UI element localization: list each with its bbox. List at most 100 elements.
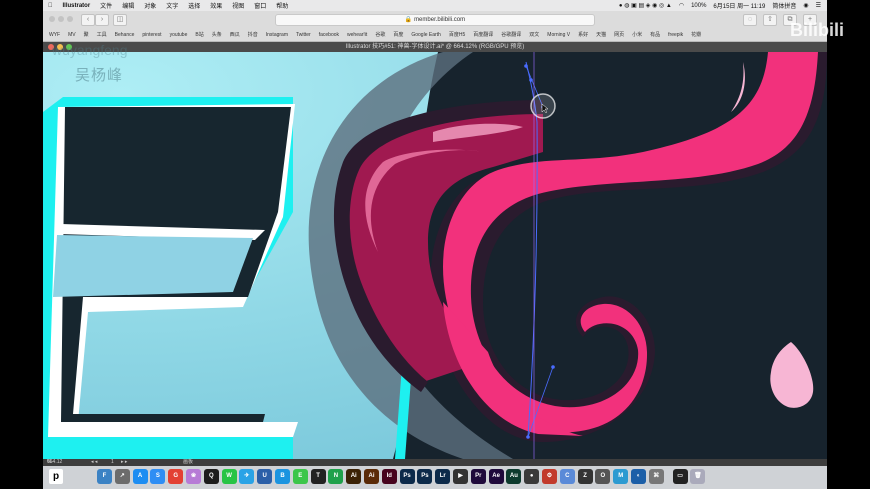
wechat-icon[interactable]: W [221,469,237,484]
bookmark-item[interactable]: 工具 [97,31,107,38]
send-icon[interactable]: ✈ [239,469,255,484]
bookmark-item[interactable]: wehear!it [347,32,367,38]
menu-select[interactable]: 选择 [183,1,205,10]
audition-icon[interactable]: Au [506,469,522,484]
bookmark-item[interactable]: 系好 [578,31,588,38]
bookmark-item[interactable]: 抖音 [248,31,258,38]
menu-edit[interactable]: 编辑 [117,1,139,10]
zoom-dot-icon[interactable] [67,16,73,22]
baidu-netdisk-icon[interactable]: B [275,469,290,484]
artwork [43,52,827,459]
screen-icon[interactable]: ▭ [672,469,688,484]
status-icons[interactable]: ● ◍ ▣ ▤ ◈ ◉ ◎ ▲ [619,2,672,9]
anchor-point [529,78,533,82]
forward-button[interactable]: › [95,14,109,26]
evernote-icon[interactable]: E [292,469,308,484]
minimize-dot-icon[interactable] [58,16,64,22]
bookmark-item[interactable]: 花瓣 [691,31,701,38]
bookmark-item[interactable]: Instagram [266,32,288,38]
bookmark-item[interactable]: 谷歌翻译 [501,31,521,38]
bookmark-item[interactable]: 小米 [632,31,642,38]
menu-file[interactable]: 文件 [95,1,117,10]
safari-icon[interactable]: S [150,469,166,484]
menu-type[interactable]: 文字 [161,1,183,10]
artboard-nav-icon[interactable]: ◂ ◂ [91,459,97,466]
bookmark-item[interactable]: 百度翻译 [473,31,493,38]
aftereffects-icon[interactable]: Ae [488,469,504,484]
artboard-canvas[interactable] [43,52,827,459]
control-center-icon[interactable]: ☰ [816,2,821,9]
bookmark-item[interactable]: youtube [170,32,188,38]
notes-icon[interactable]: N [328,469,344,484]
back-button[interactable]: ‹ [81,14,95,26]
premiere-icon[interactable]: Pr [470,469,486,484]
bookmark-item[interactable]: 聚 [84,31,89,38]
menu-view[interactable]: 视图 [227,1,249,10]
p-badge-icon[interactable]: p [49,469,63,484]
u-icon[interactable]: U [257,469,273,484]
close-dot-icon[interactable] [49,16,55,22]
tool-icon[interactable]: ⚙ [542,469,557,484]
url-bar[interactable]: 🔒 member.bilibili.com [275,14,595,26]
c4d-icon[interactable]: ◐ [631,469,646,484]
siri-icon[interactable]: ◉ [803,2,808,9]
menu-app-name[interactable]: Illustrator [58,3,96,9]
bookmark-item[interactable]: Morning V [547,32,570,38]
illustrator-icon[interactable]: Ai [346,469,362,484]
menu-help[interactable]: 帮助 [271,1,293,10]
bookmark-item[interactable]: freepik [668,32,683,38]
apple-icon[interactable]:  [43,3,58,9]
bookmark-item[interactable]: facebook [319,32,339,38]
bookmark-item[interactable]: 有品 [650,31,660,38]
bookmark-item[interactable]: 天猫 [596,31,606,38]
bookmark-item[interactable]: MV [68,32,76,38]
chrome-icon[interactable]: G [168,469,184,484]
bookmark-item[interactable]: 头条 [212,31,222,38]
bookmark-item[interactable]: Twitter [296,32,311,38]
artboard-number[interactable]: 1 [111,459,114,466]
launchpad-icon[interactable]: ↗ [114,469,130,484]
input-method[interactable]: 简体拼音 [772,1,796,10]
sysprefs-icon[interactable]: ⌘ [648,469,664,484]
typora-icon[interactable]: T [310,469,326,484]
sidebar-button[interactable]: ◫ [113,14,127,26]
menu-effect[interactable]: 效果 [205,1,227,10]
clock[interactable]: 6月15日 周一 11:19 [713,1,765,10]
photoshop-icon[interactable]: Ps [399,469,415,484]
appstore-icon[interactable]: A [132,469,148,484]
bookmark-item[interactable]: 谷歌 [375,31,385,38]
zbrush-icon[interactable]: Z [577,469,593,484]
bookmark-item[interactable]: WYF [49,32,60,38]
m-icon[interactable]: M [613,469,629,484]
photos-icon[interactable]: ❀ [186,469,201,484]
lightroom-icon[interactable]: Lr [435,469,451,484]
indesign-icon[interactable]: Id [381,469,397,484]
zoom-level[interactable]: 664.12% [47,459,62,466]
bookmark-item[interactable]: 百度H5 [449,31,465,38]
extensions-button[interactable]: ◌ [743,14,757,26]
record-icon[interactable]: ● [524,469,540,484]
finder-icon[interactable]: F [97,469,112,484]
video-icon[interactable]: ▶ [453,469,468,484]
menu-object[interactable]: 对象 [139,1,161,10]
illustrator-2-icon[interactable]: Ai [364,469,379,484]
wifi-icon[interactable]: ◠ [679,2,684,9]
bookmark-item[interactable]: pinterest [142,32,161,38]
cinema-icon[interactable]: C [559,469,575,484]
bookmark-item[interactable]: 双文 [529,31,539,38]
trash-icon[interactable]: 🗑 [690,469,706,484]
status-tool[interactable]: 画板 [183,459,193,466]
photoshop-2-icon[interactable]: Ps [417,469,433,484]
artboard-nav-next-icon[interactable]: ▸ ▸ [121,459,127,466]
battery-label[interactable]: 100% [691,3,706,9]
obs-icon[interactable]: O [595,469,611,484]
bookmark-item[interactable]: B站 [195,31,203,38]
bookmark-item[interactable]: 西瓜 [230,31,240,38]
share-button[interactable]: ⇧ [763,14,777,26]
bookmark-item[interactable]: 网页 [614,31,624,38]
qq-icon[interactable]: Q [203,469,219,484]
bookmark-item[interactable]: 百度 [393,31,403,38]
bookmark-item[interactable]: Behance [115,32,135,38]
menu-window[interactable]: 窗口 [249,1,271,10]
bookmark-item[interactable]: Google Earth [411,32,440,38]
